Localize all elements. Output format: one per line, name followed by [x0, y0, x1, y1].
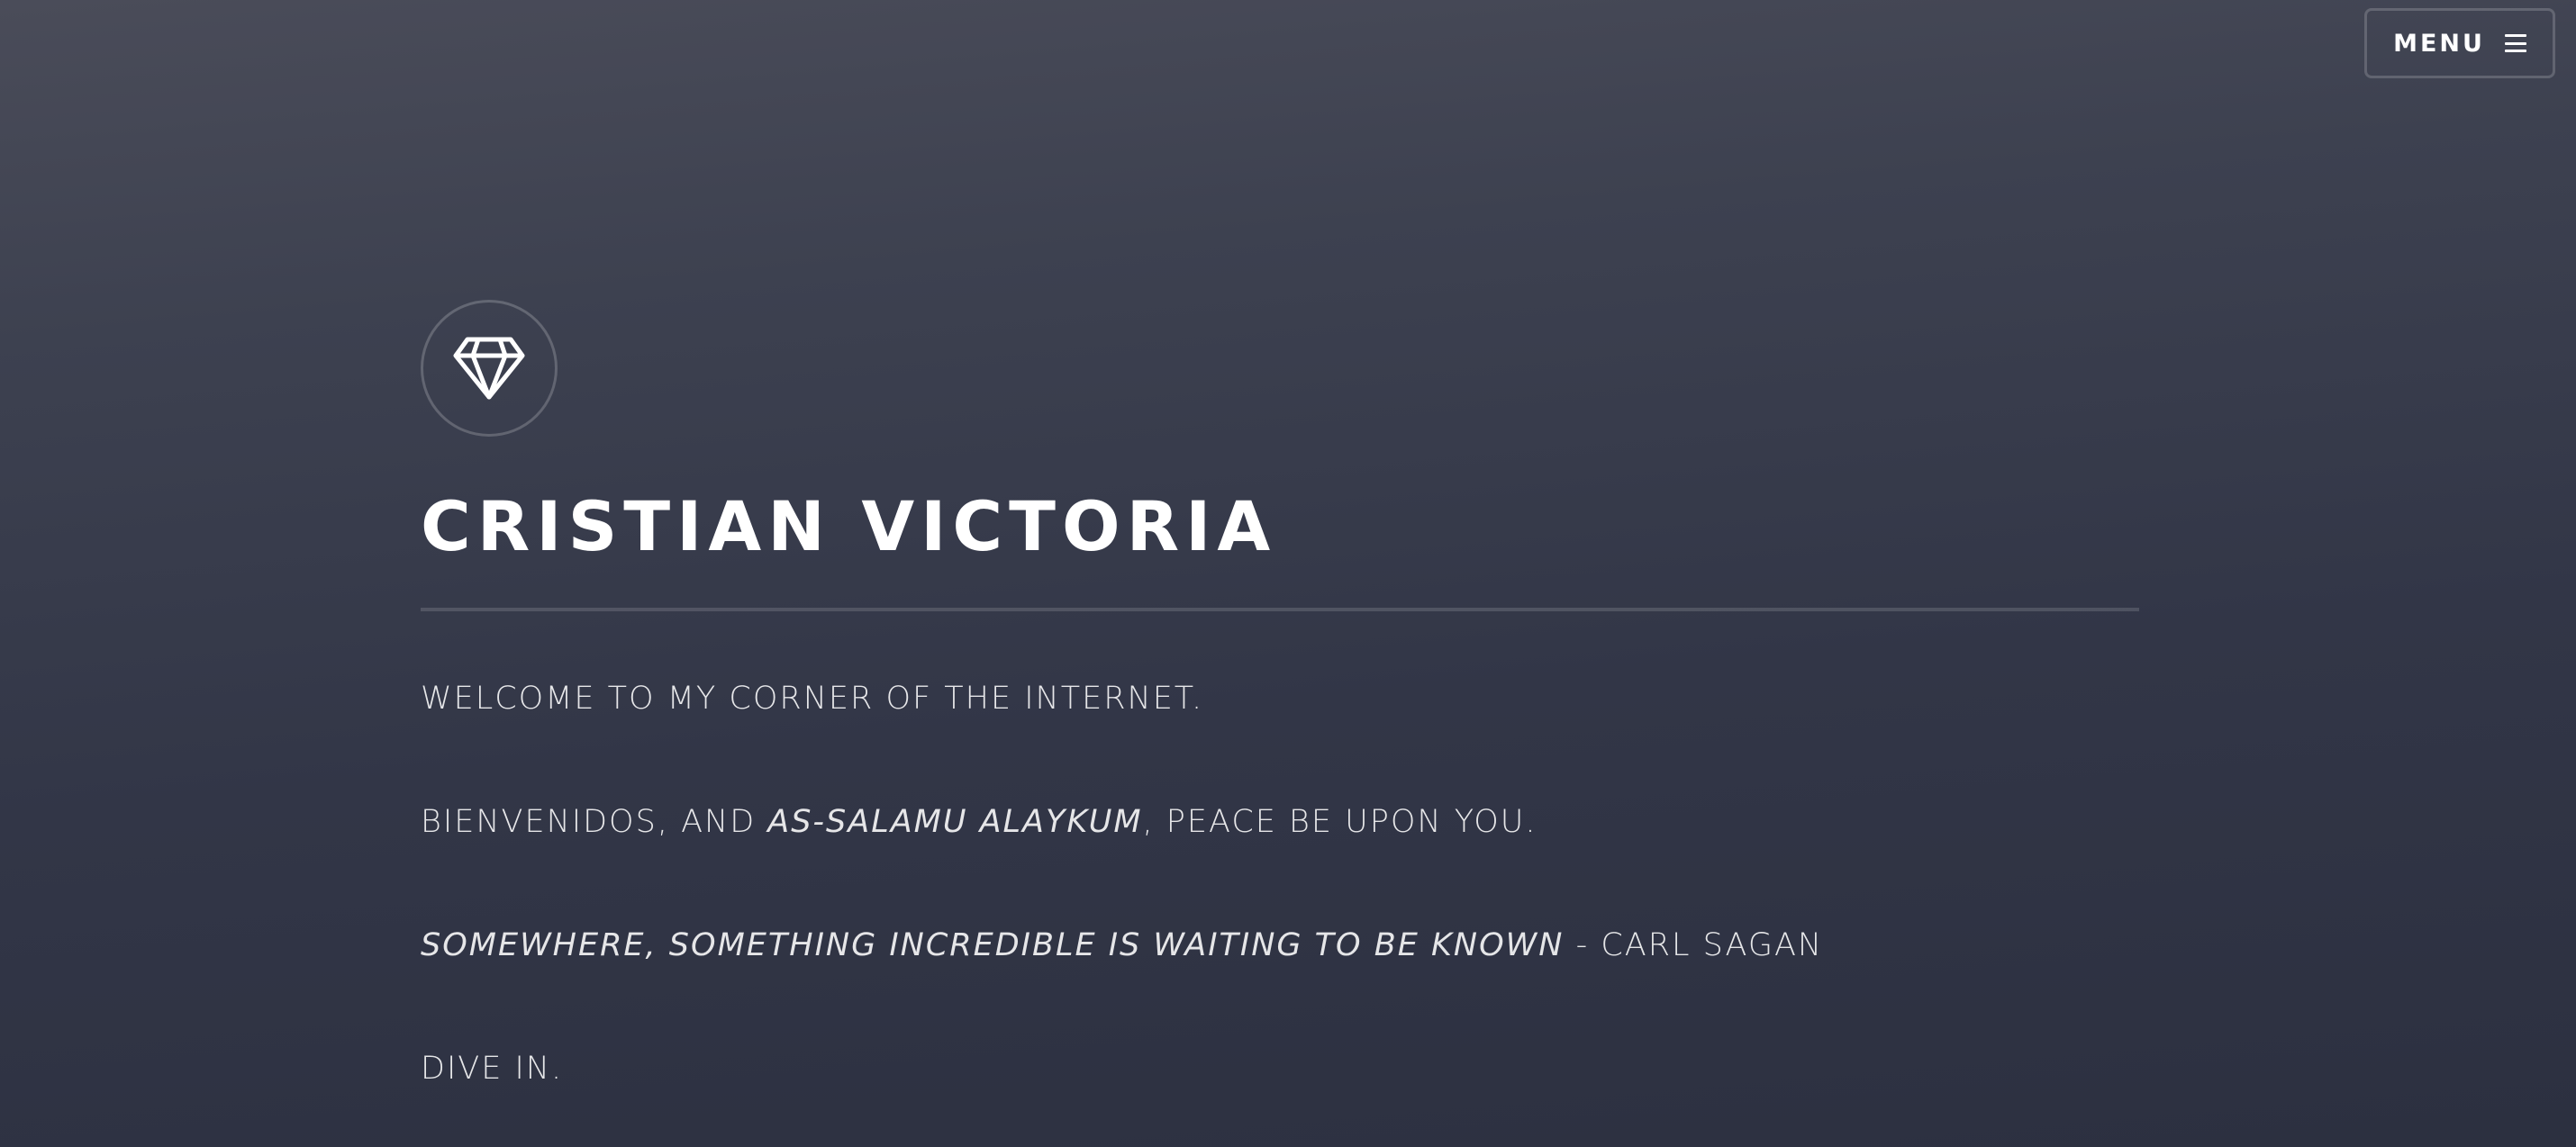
- quote-text: SOMEWHERE, SOMETHING INCREDIBLE IS WAITI…: [421, 927, 1565, 963]
- quote-author: - CARL SAGAN: [1564, 927, 1824, 963]
- dive-in-text: DIVE IN.: [421, 1051, 564, 1087]
- divider: [421, 608, 2139, 611]
- logo: [421, 300, 558, 437]
- menu-label: MENU: [2393, 29, 2485, 58]
- intro-section: CRISTIAN VICTORIA WELCOME TO MY CORNER O…: [421, 300, 2139, 1085]
- greeting-suffix: , PEACE BE UPON YOU.: [1142, 804, 1537, 840]
- greeting-prefix: BIENVENIDOS, AND: [421, 804, 768, 840]
- page-title: CRISTIAN VICTORIA: [421, 486, 1277, 566]
- hamburger-icon: [2504, 34, 2526, 52]
- greeting-text: BIENVENIDOS, AND AS-SALAMU ALAYKUM, PEAC…: [421, 807, 2139, 838]
- welcome-text: WELCOME TO MY CORNER OF THE INTERNET.: [421, 681, 1204, 717]
- diamond-icon: [453, 337, 525, 400]
- greeting-italic: AS-SALAMU ALAYKUM: [767, 804, 1143, 840]
- quote: SOMEWHERE, SOMETHING INCREDIBLE IS WAITI…: [421, 930, 2139, 962]
- menu-button[interactable]: MENU: [2364, 8, 2555, 78]
